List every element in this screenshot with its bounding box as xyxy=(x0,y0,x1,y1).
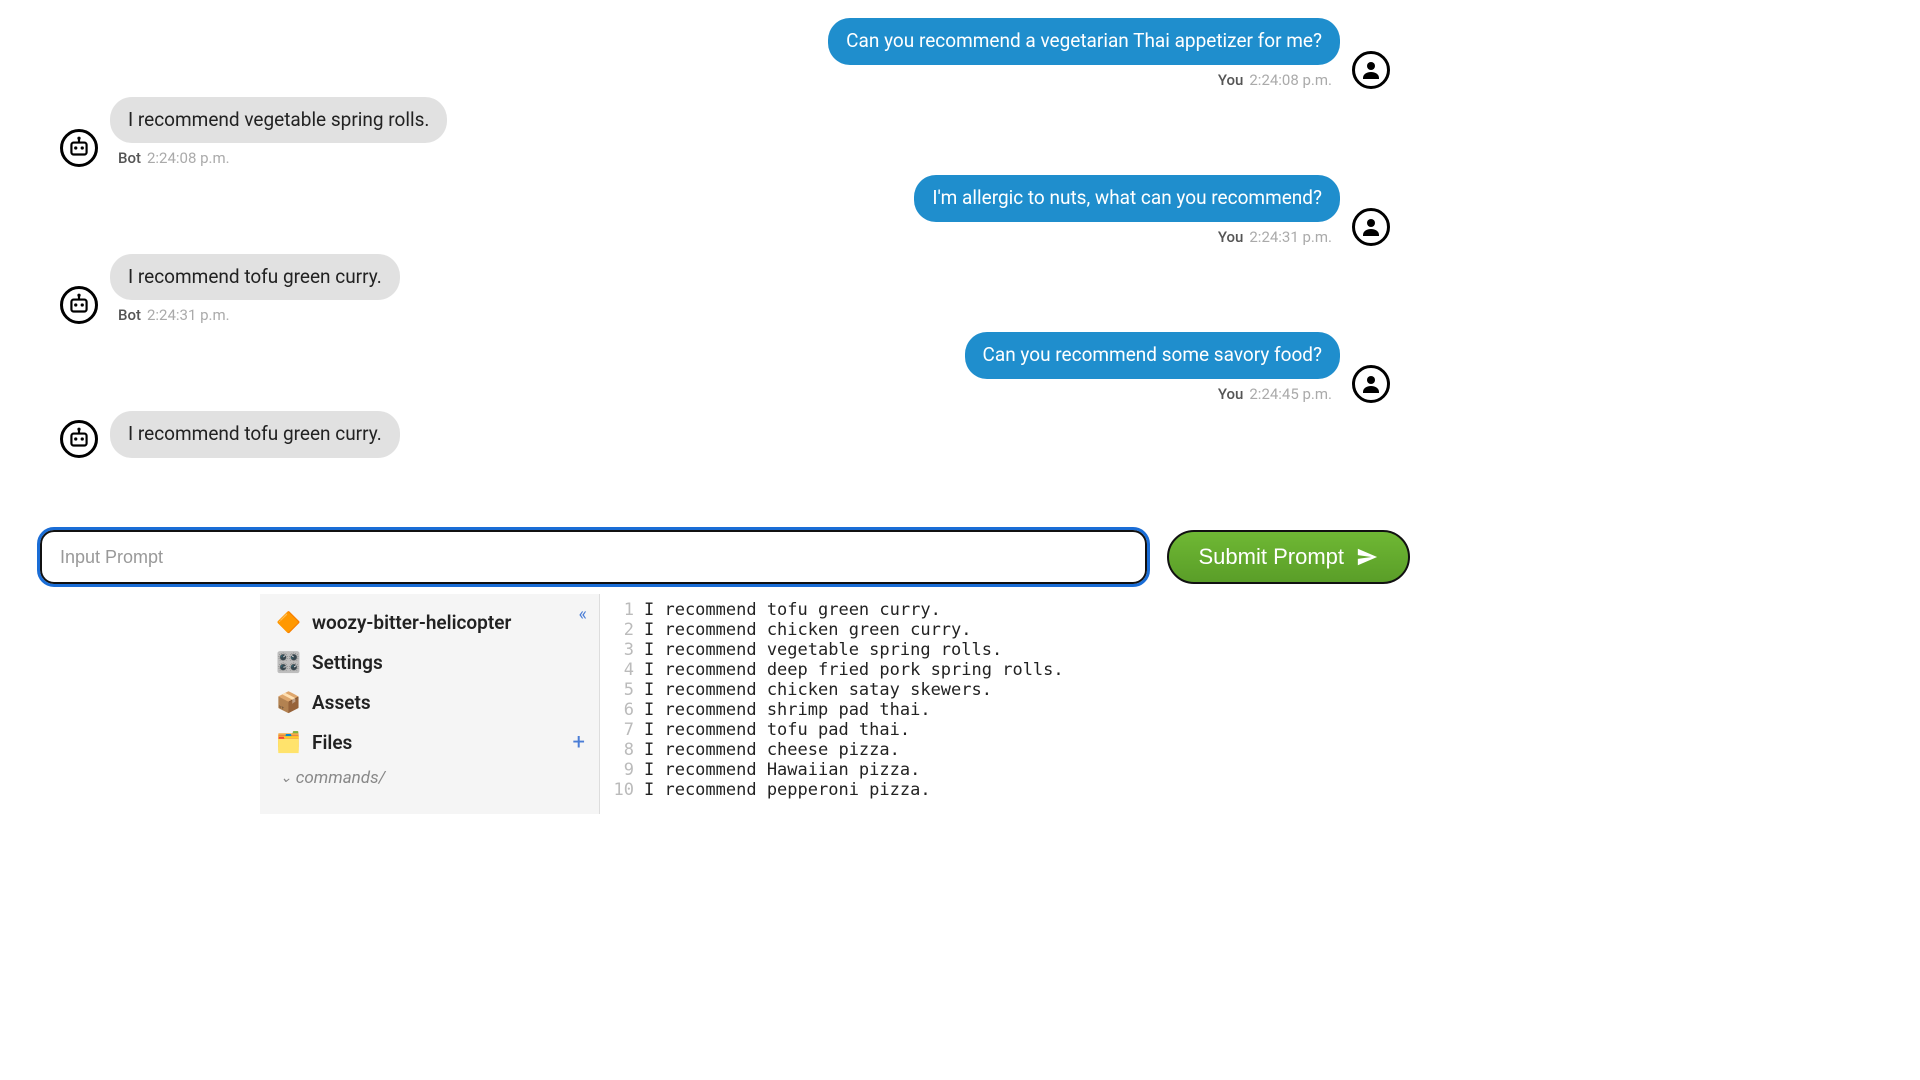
message-meta: You 2:24:08 p.m. xyxy=(1210,71,1340,89)
message-sender: You xyxy=(1218,71,1244,89)
folder-name: commands/ xyxy=(296,768,386,788)
code-line[interactable]: I recommend chicken green curry. xyxy=(644,620,1450,640)
line-number: 4 xyxy=(600,660,634,680)
line-number: 1 xyxy=(600,600,634,620)
message-sender: Bot xyxy=(118,306,141,324)
code-line[interactable]: I recommend cheese pizza. xyxy=(644,740,1450,760)
code-line[interactable]: I recommend deep fried pork spring rolls… xyxy=(644,660,1450,680)
sidebar-item-assets[interactable]: 📦 Assets xyxy=(260,682,599,722)
message-time: 2:24:31 p.m. xyxy=(147,306,230,324)
line-number: 5 xyxy=(600,680,634,700)
message-column: Can you recommend a vegetarian Thai appe… xyxy=(828,18,1340,89)
code-editor[interactable]: 12345678910 I recommend tofu green curry… xyxy=(600,594,1450,814)
line-number: 8 xyxy=(600,740,634,760)
files-icon: 🗂️ xyxy=(276,730,300,754)
code-line[interactable]: I recommend tofu pad thai. xyxy=(644,720,1450,740)
message-bubble: I recommend vegetable spring rolls. xyxy=(110,97,447,144)
message-column: I recommend vegetable spring rolls. Bot 2:… xyxy=(110,97,447,168)
message-time: 2:24:08 p.m. xyxy=(147,149,230,167)
code-line[interactable]: I recommend shrimp pad thai. xyxy=(644,700,1450,720)
code-line[interactable]: I recommend pepperoni pizza. xyxy=(644,780,1450,800)
message-meta: You 2:24:31 p.m. xyxy=(1210,228,1340,246)
message-row: I recommend vegetable spring rolls. Bot 2:… xyxy=(60,97,1390,168)
message-time: 2:24:31 p.m. xyxy=(1249,228,1332,246)
message-column: I recommend tofu green curry. xyxy=(110,411,400,458)
folder-item-commands[interactable]: ⌄ commands/ xyxy=(260,762,599,794)
project-icon: 🔶 xyxy=(276,610,300,634)
bottom-panels: « 🔶 woozy-bitter-helicopter 🎛️ Settings … xyxy=(0,594,1450,814)
message-sender: You xyxy=(1218,228,1244,246)
code-line[interactable]: I recommend chicken satay skewers. xyxy=(644,680,1450,700)
message-bubble: I'm allergic to nuts, what can you recom… xyxy=(914,175,1340,222)
collapse-sidebar-icon[interactable]: « xyxy=(579,604,587,625)
line-number: 7 xyxy=(600,720,634,740)
message-bubble: Can you recommend some savory food? xyxy=(965,332,1341,379)
message-bubble: I recommend tofu green curry. xyxy=(110,254,400,301)
message-time: 2:24:45 p.m. xyxy=(1249,385,1332,403)
code-lines[interactable]: I recommend tofu green curry.I recommend… xyxy=(644,600,1450,814)
prompt-input[interactable] xyxy=(40,530,1147,584)
message-sender: Bot xyxy=(118,149,141,167)
message-row: I recommend tofu green curry. Bot 2:24:31 … xyxy=(60,254,1390,325)
message-sender: You xyxy=(1218,385,1244,403)
code-line[interactable]: I recommend Hawaiian pizza. xyxy=(644,760,1450,780)
message-meta: Bot 2:24:08 p.m. xyxy=(110,149,238,167)
message-column: I'm allergic to nuts, what can you recom… xyxy=(914,175,1340,246)
submit-prompt-label: Submit Prompt xyxy=(1199,544,1345,570)
user-avatar-icon xyxy=(1352,365,1390,403)
sidebar-item-label: Assets xyxy=(312,691,371,714)
message-column: Can you recommend some savory food? You 2:… xyxy=(965,332,1341,403)
sidebar-item-label: Settings xyxy=(312,651,383,674)
settings-icon: 🎛️ xyxy=(276,650,300,674)
message-bubble: Can you recommend a vegetarian Thai appe… xyxy=(828,18,1340,65)
message-bubble: I recommend tofu green curry. xyxy=(110,411,400,458)
line-number: 6 xyxy=(600,700,634,720)
code-line[interactable]: I recommend tofu green curry. xyxy=(644,600,1450,620)
message-row: I'm allergic to nuts, what can you recom… xyxy=(60,175,1390,246)
prompt-input-row: Submit Prompt xyxy=(0,500,1450,594)
line-number: 2 xyxy=(600,620,634,640)
project-name: woozy-bitter-helicopter xyxy=(312,611,511,634)
bot-avatar-icon xyxy=(60,129,98,167)
message-meta: You 2:24:45 p.m. xyxy=(1210,385,1340,403)
chevron-down-icon: ⌄ xyxy=(280,770,292,786)
assets-icon: 📦 xyxy=(276,690,300,714)
add-file-icon[interactable]: + xyxy=(573,730,585,755)
message-row: Can you recommend some savory food? You 2:… xyxy=(60,332,1390,403)
project-sidebar: « 🔶 woozy-bitter-helicopter 🎛️ Settings … xyxy=(260,594,600,814)
user-avatar-icon xyxy=(1352,51,1390,89)
message-meta: Bot 2:24:31 p.m. xyxy=(110,306,238,324)
sidebar-item-label: Files xyxy=(312,731,352,754)
submit-prompt-button[interactable]: Submit Prompt xyxy=(1167,530,1411,584)
user-avatar-icon xyxy=(1352,208,1390,246)
bot-avatar-icon xyxy=(60,420,98,458)
bot-avatar-icon xyxy=(60,286,98,324)
line-number: 10 xyxy=(600,780,634,800)
code-gutter: 12345678910 xyxy=(600,600,644,814)
sidebar-item-settings[interactable]: 🎛️ Settings xyxy=(260,642,599,682)
line-number: 3 xyxy=(600,640,634,660)
sidebar-project-title[interactable]: 🔶 woozy-bitter-helicopter xyxy=(260,602,599,642)
code-line[interactable]: I recommend vegetable spring rolls. xyxy=(644,640,1450,660)
message-time: 2:24:08 p.m. xyxy=(1249,71,1332,89)
message-row: Can you recommend a vegetarian Thai appe… xyxy=(60,18,1390,89)
send-icon xyxy=(1356,546,1378,568)
chat-scroll-area[interactable]: Can you recommend a vegetarian Thai appe… xyxy=(0,0,1450,500)
message-row: I recommend tofu green curry. xyxy=(60,411,1390,458)
line-number: 9 xyxy=(600,760,634,780)
sidebar-item-files[interactable]: 🗂️ Files + xyxy=(260,722,599,762)
message-column: I recommend tofu green curry. Bot 2:24:31 … xyxy=(110,254,400,325)
